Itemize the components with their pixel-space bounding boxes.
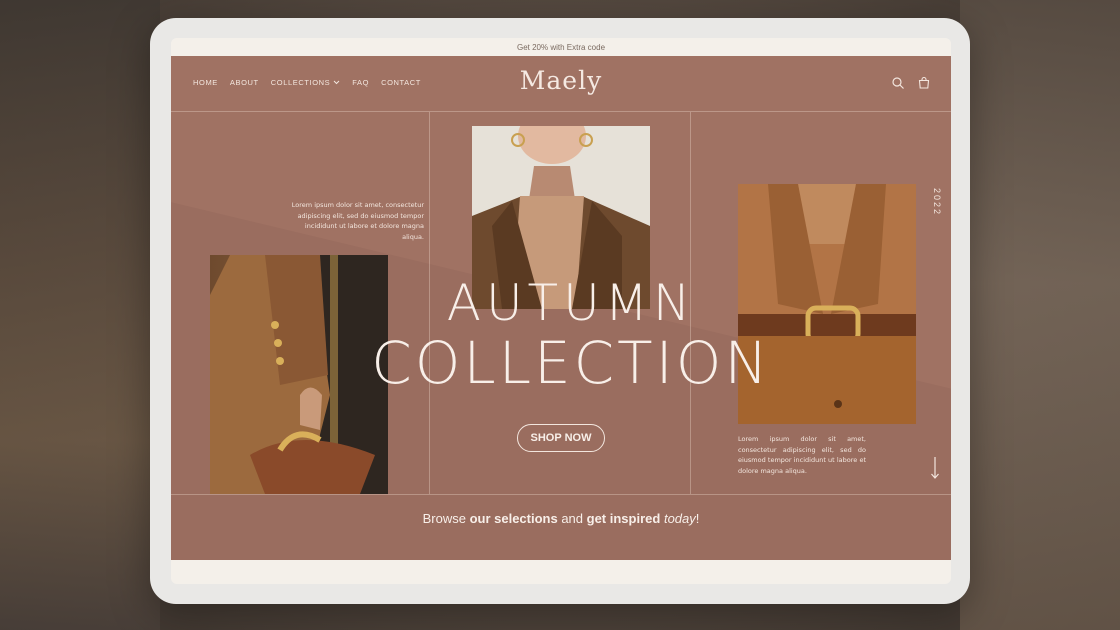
nav-about[interactable]: ABOUT xyxy=(230,78,259,87)
lorem-text-left: Lorem ipsum dolor sit amet, consectetur … xyxy=(291,201,424,241)
grid-line-bottom xyxy=(171,494,951,495)
promo-bar: Get 20% with Extra code xyxy=(171,38,951,56)
nav-links: HOME ABOUT COLLECTIONS FAQ CONTACT xyxy=(193,78,421,87)
browse-part-4: ! xyxy=(695,511,700,526)
website: HOME ABOUT COLLECTIONS FAQ CONTACT Maely xyxy=(171,56,951,560)
headline-line-1: AUTUMN xyxy=(446,274,696,332)
shop-now-button[interactable]: SHOP NOW xyxy=(517,424,605,452)
cart-icon[interactable] xyxy=(917,76,931,90)
brand-logo[interactable]: Maely xyxy=(511,66,611,95)
nav-faq[interactable]: FAQ xyxy=(352,78,369,87)
nav-home[interactable]: HOME xyxy=(193,78,218,87)
arrow-down-icon[interactable] xyxy=(929,456,941,480)
headline-line-2: COLLECTION xyxy=(371,329,771,397)
lorem-text-right: Lorem ipsum dolor sit amet, consectetur … xyxy=(738,435,866,475)
tablet-screen: Get 20% with Extra code HOME ABOUT COLLE… xyxy=(171,38,951,584)
background-left xyxy=(0,0,160,630)
browse-tagline: Browse our selections and get inspired t… xyxy=(171,511,951,526)
chevron-down-icon xyxy=(333,80,340,85)
browse-italic: today xyxy=(663,511,696,526)
nav-collections-label: COLLECTIONS xyxy=(270,78,331,87)
navbar: HOME ABOUT COLLECTIONS FAQ CONTACT Maely xyxy=(171,56,951,112)
background-right xyxy=(960,0,1120,630)
nav-icons xyxy=(891,76,931,90)
browse-part-2: and xyxy=(557,511,587,526)
browse-bold-2: get inspired xyxy=(586,511,661,526)
browse-bold-1: our selections xyxy=(469,511,558,526)
promo-text: Get 20% with Extra code xyxy=(516,42,606,52)
hero-headline: AUTUMN COLLECTION xyxy=(331,278,811,392)
nav-collections[interactable]: COLLECTIONS xyxy=(271,78,341,87)
browse-part-1: Browse xyxy=(422,511,470,526)
search-icon[interactable] xyxy=(891,76,905,90)
nav-contact[interactable]: CONTACT xyxy=(381,78,421,87)
year-label: 2022 xyxy=(932,188,942,217)
